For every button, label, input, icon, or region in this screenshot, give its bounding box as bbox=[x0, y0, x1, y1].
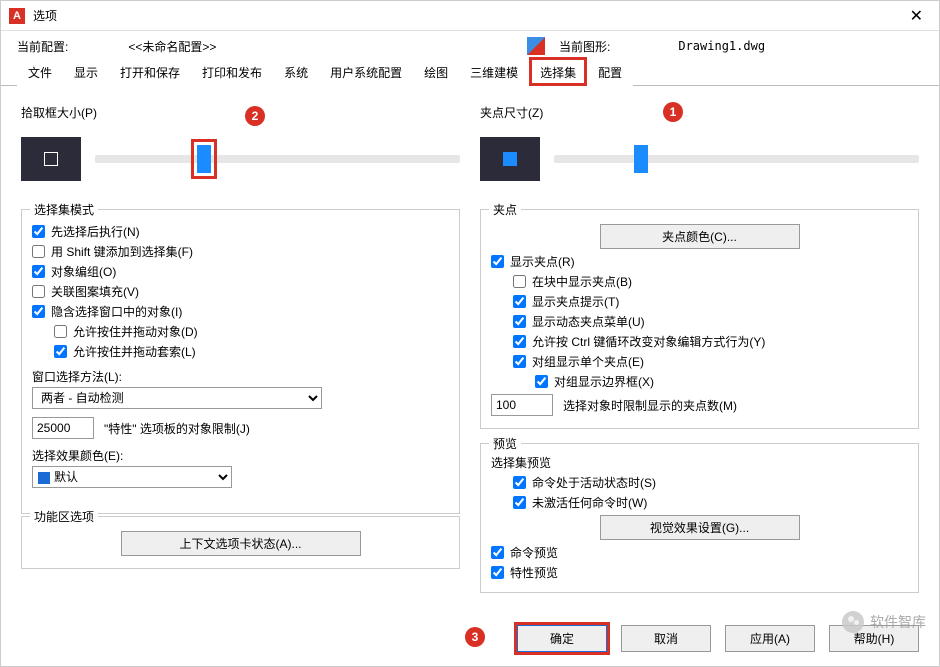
slider-thumb[interactable] bbox=[197, 145, 211, 173]
tab-display[interactable]: 显示 bbox=[63, 57, 109, 86]
grip-limit-label: 选择对象时限制显示的夹点数(M) bbox=[563, 397, 737, 414]
ribbon-legend: 功能区选项 bbox=[30, 508, 98, 525]
chk-drag-obj[interactable] bbox=[54, 325, 67, 338]
profile-row: 当前配置: <<未命名配置>> 当前图形: Drawing1.dwg bbox=[1, 31, 939, 57]
titlebar: A 选项 ✕ bbox=[1, 1, 939, 31]
options-dialog: A 选项 ✕ 当前配置: <<未命名配置>> 当前图形: Drawing1.dw… bbox=[0, 0, 940, 667]
selection-mode-legend: 选择集模式 bbox=[30, 201, 98, 218]
tabs: 文件 显示 打开和保存 打印和发布 系统 用户系统配置 绘图 三维建模 选择集 … bbox=[1, 57, 939, 86]
left-column: 拾取框大小(P) 选择集模式 先选择后执行(N) 用 Shift 键添加到选择集… bbox=[21, 96, 460, 615]
wechat-icon bbox=[842, 611, 864, 633]
tab-profiles[interactable]: 配置 bbox=[587, 57, 633, 86]
chk-group-single[interactable] bbox=[513, 355, 526, 368]
chk-ctrl-cycle[interactable] bbox=[513, 335, 526, 348]
chk-shift-add[interactable] bbox=[32, 245, 45, 258]
pickbox-size-label: 拾取框大小(P) bbox=[21, 104, 460, 121]
tab-draw[interactable]: 绘图 bbox=[413, 57, 459, 86]
profile-label: 当前配置: bbox=[17, 38, 68, 55]
window-title: 选项 bbox=[33, 7, 57, 24]
window-method-label: 窗口选择方法(L): bbox=[32, 368, 449, 385]
drawing-icon bbox=[527, 37, 545, 55]
pickbox-size-slider[interactable] bbox=[95, 155, 460, 163]
tab-user[interactable]: 用户系统配置 bbox=[319, 57, 413, 86]
tab-open-save[interactable]: 打开和保存 bbox=[109, 57, 191, 86]
chk-prop-preview[interactable] bbox=[491, 566, 504, 579]
pickbox-preview bbox=[21, 137, 81, 181]
chk-no-cmd-active[interactable] bbox=[513, 496, 526, 509]
preview-group: 预览 选择集预览 命令处于活动状态时(S) 未激活任何命令时(W) 视觉效果设置… bbox=[480, 443, 919, 593]
ok-button[interactable]: 确定 bbox=[517, 625, 607, 652]
sel-preview-label: 选择集预览 bbox=[491, 454, 908, 471]
tab-selection[interactable]: 选择集 bbox=[529, 57, 587, 86]
chk-grips-in-block[interactable] bbox=[513, 275, 526, 288]
grip-limit-input[interactable] bbox=[491, 394, 553, 416]
grip-preview bbox=[480, 137, 540, 181]
grips-group: 夹点 夹点颜色(C)... 显示夹点(R) 在块中显示夹点(B) 显示夹点提示(… bbox=[480, 209, 919, 429]
slider-thumb[interactable] bbox=[634, 145, 648, 173]
drawing-value: Drawing1.dwg bbox=[678, 39, 765, 53]
chk-cmd-active[interactable] bbox=[513, 476, 526, 489]
close-icon[interactable]: ✕ bbox=[902, 4, 931, 28]
tab-files[interactable]: 文件 bbox=[17, 57, 63, 86]
grip-size-slider[interactable] bbox=[554, 155, 919, 163]
annotation-badge-1: 1 bbox=[663, 102, 683, 122]
prop-limit-input[interactable] bbox=[32, 417, 94, 439]
watermark: 软件智库 bbox=[842, 611, 926, 633]
chk-show-grips[interactable] bbox=[491, 255, 504, 268]
tab-plot[interactable]: 打印和发布 bbox=[191, 57, 273, 86]
effect-color-label: 选择效果颜色(E): bbox=[32, 447, 449, 464]
chk-drag-lasso[interactable] bbox=[54, 345, 67, 358]
chk-obj-group[interactable] bbox=[32, 265, 45, 278]
prop-limit-label: "特性" 选项板的对象限制(J) bbox=[104, 420, 250, 437]
tab-system[interactable]: 系统 bbox=[273, 57, 319, 86]
visual-effects-button[interactable]: 视觉效果设置(G)... bbox=[600, 515, 800, 540]
app-icon: A bbox=[9, 8, 25, 24]
chk-group-bbox[interactable] bbox=[535, 375, 548, 388]
chk-dyn-grip-menu[interactable] bbox=[513, 315, 526, 328]
effect-color-select[interactable] bbox=[32, 466, 232, 488]
chk-implied-window[interactable] bbox=[32, 305, 45, 318]
grip-size-label: 夹点尺寸(Z) bbox=[480, 104, 919, 121]
ribbon-group: 功能区选项 上下文选项卡状态(A)... bbox=[21, 516, 460, 569]
cancel-button[interactable]: 取消 bbox=[621, 625, 711, 652]
chk-sel-after[interactable] bbox=[32, 225, 45, 238]
drawing-label: 当前图形: bbox=[559, 38, 610, 55]
window-method-select[interactable]: 两者 - 自动检测 bbox=[32, 387, 322, 409]
grip-color-button[interactable]: 夹点颜色(C)... bbox=[600, 224, 800, 249]
tab-3d[interactable]: 三维建模 bbox=[459, 57, 529, 86]
right-column: 夹点尺寸(Z) 夹点 夹点颜色(C)... 显示夹点(R) 在块中显示夹点(B)… bbox=[480, 96, 919, 615]
annotation-badge-2: 2 bbox=[245, 106, 265, 126]
grips-legend: 夹点 bbox=[489, 201, 521, 218]
context-tab-state-button[interactable]: 上下文选项卡状态(A)... bbox=[121, 531, 361, 556]
chk-grip-tips[interactable] bbox=[513, 295, 526, 308]
preview-legend: 预览 bbox=[489, 435, 521, 452]
profile-value: <<未命名配置>> bbox=[128, 38, 216, 55]
chk-cmd-preview[interactable] bbox=[491, 546, 504, 559]
annotation-badge-3: 3 bbox=[465, 627, 485, 647]
dialog-content: 拾取框大小(P) 选择集模式 先选择后执行(N) 用 Shift 键添加到选择集… bbox=[1, 86, 939, 615]
apply-button[interactable]: 应用(A) bbox=[725, 625, 815, 652]
selection-mode-group: 选择集模式 先选择后执行(N) 用 Shift 键添加到选择集(F) 对象编组(… bbox=[21, 209, 460, 514]
chk-assoc-hatch[interactable] bbox=[32, 285, 45, 298]
